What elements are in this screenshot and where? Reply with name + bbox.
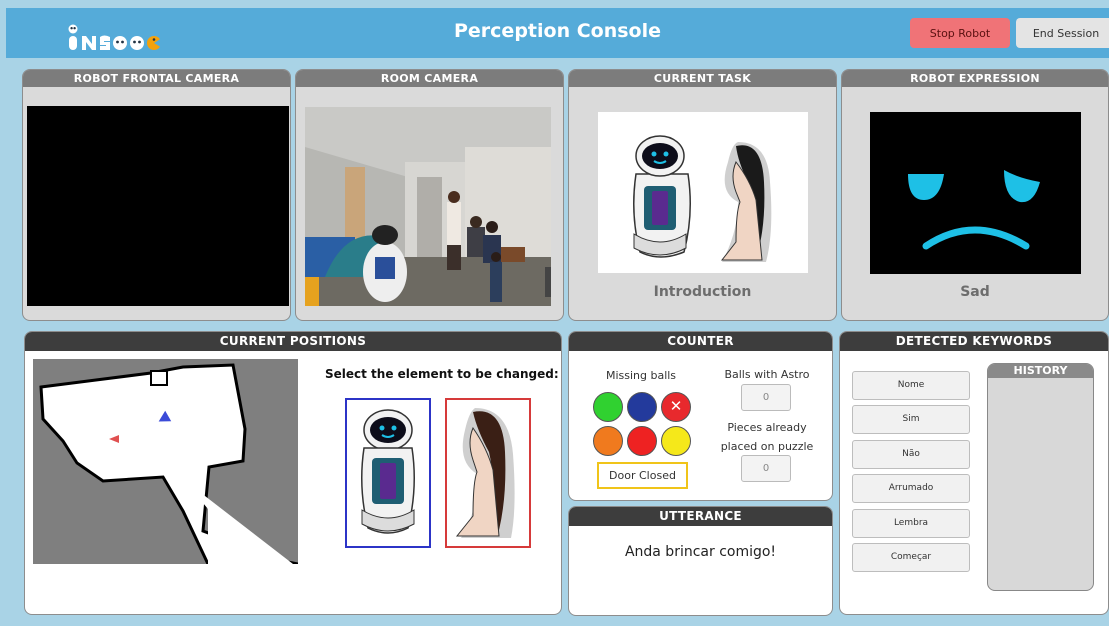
panel-title: COUNTER <box>569 332 832 351</box>
detected-keywords-panel: DETECTED KEYWORDS Nome Sim Não Arrumado … <box>839 331 1109 615</box>
sad-face-icon <box>908 170 1040 250</box>
room-camera-panel: ROOM CAMERA <box>295 69 564 321</box>
ball-orange[interactable] <box>593 426 623 456</box>
missing-balls-label: Missing balls <box>605 369 677 382</box>
robot-icon <box>361 409 415 534</box>
occupancy-map-image <box>33 359 299 566</box>
panel-title: DETECTED KEYWORDS <box>840 332 1108 351</box>
robot-select-box[interactable] <box>345 398 431 548</box>
stop-robot-button[interactable]: Stop Robot <box>910 18 1010 48</box>
frontal-camera-feed <box>27 106 289 306</box>
ball-blue[interactable] <box>627 392 657 422</box>
keyword-button-nome[interactable]: Nome <box>852 371 970 400</box>
perception-console: Perception Console Stop Robot End Sessio… <box>0 0 1109 626</box>
ball-green[interactable] <box>593 392 623 422</box>
panel-title: UTTERANCE <box>569 507 832 526</box>
keyword-button-sim[interactable]: Sim <box>852 405 970 434</box>
keyword-button-lembra[interactable]: Lembra <box>852 509 970 538</box>
panel-title: CURRENT TASK <box>569 70 836 87</box>
positions-map[interactable] <box>33 359 299 566</box>
cross-icon: ✕ <box>669 397 683 415</box>
panel-title: CURRENT POSITIONS <box>25 332 561 351</box>
robot-expression-panel: ROBOT EXPRESSION Sad <box>841 69 1109 321</box>
ball-yellow[interactable] <box>661 426 691 456</box>
panel-title: ROBOT FRONTAL CAMERA <box>23 70 290 87</box>
room-camera-feed <box>305 107 551 306</box>
expression-caption: Sad <box>960 284 990 300</box>
keyword-button-arrumado[interactable]: Arrumado <box>852 474 970 503</box>
balls-astro-value: 0 <box>741 384 791 411</box>
task-image <box>598 112 808 273</box>
robot-and-girl-icon <box>633 135 772 262</box>
history-box[interactable]: HISTORY <box>987 363 1094 591</box>
end-session-button[interactable]: End Session <box>1016 18 1109 48</box>
panel-title: ROOM CAMERA <box>296 70 563 87</box>
girl-icon <box>455 408 515 538</box>
utterance-panel: UTTERANCE Anda brincar comigo! <box>568 506 833 616</box>
task-caption: Introduction <box>653 284 752 300</box>
utterance-text: Anda brincar comigo! <box>624 544 777 560</box>
ball-red[interactable] <box>627 426 657 456</box>
counter-panel: COUNTER Missing balls ✕ Door Closed Ball… <box>568 331 833 501</box>
panel-title: ROBOT EXPRESSION <box>842 70 1108 87</box>
positions-prompt: Select the element to be changed: <box>325 367 559 381</box>
girl-select-box[interactable] <box>445 398 531 548</box>
history-title: HISTORY <box>988 364 1093 378</box>
keyword-button-comecar[interactable]: Começar <box>852 543 970 572</box>
pieces-label-line2: placed on puzzle <box>720 440 814 453</box>
ball-red-crossed[interactable]: ✕ <box>661 392 691 422</box>
keyword-button-nao[interactable]: Não <box>852 440 970 469</box>
door-status: Door Closed <box>597 462 688 489</box>
header-bar: Perception Console Stop Robot End Sessio… <box>6 8 1109 58</box>
robot-frontal-camera-panel: ROBOT FRONTAL CAMERA <box>22 69 291 321</box>
room-scene-image <box>305 107 551 306</box>
expression-screen <box>870 112 1081 274</box>
pieces-label-line1: Pieces already <box>727 421 807 434</box>
current-task-panel: CURRENT TASK Introduction <box>568 69 837 321</box>
current-positions-panel: CURRENT POSITIONS Select the element to … <box>24 331 562 615</box>
pieces-value: 0 <box>741 455 791 482</box>
balls-astro-label: Balls with Astro <box>724 368 810 381</box>
